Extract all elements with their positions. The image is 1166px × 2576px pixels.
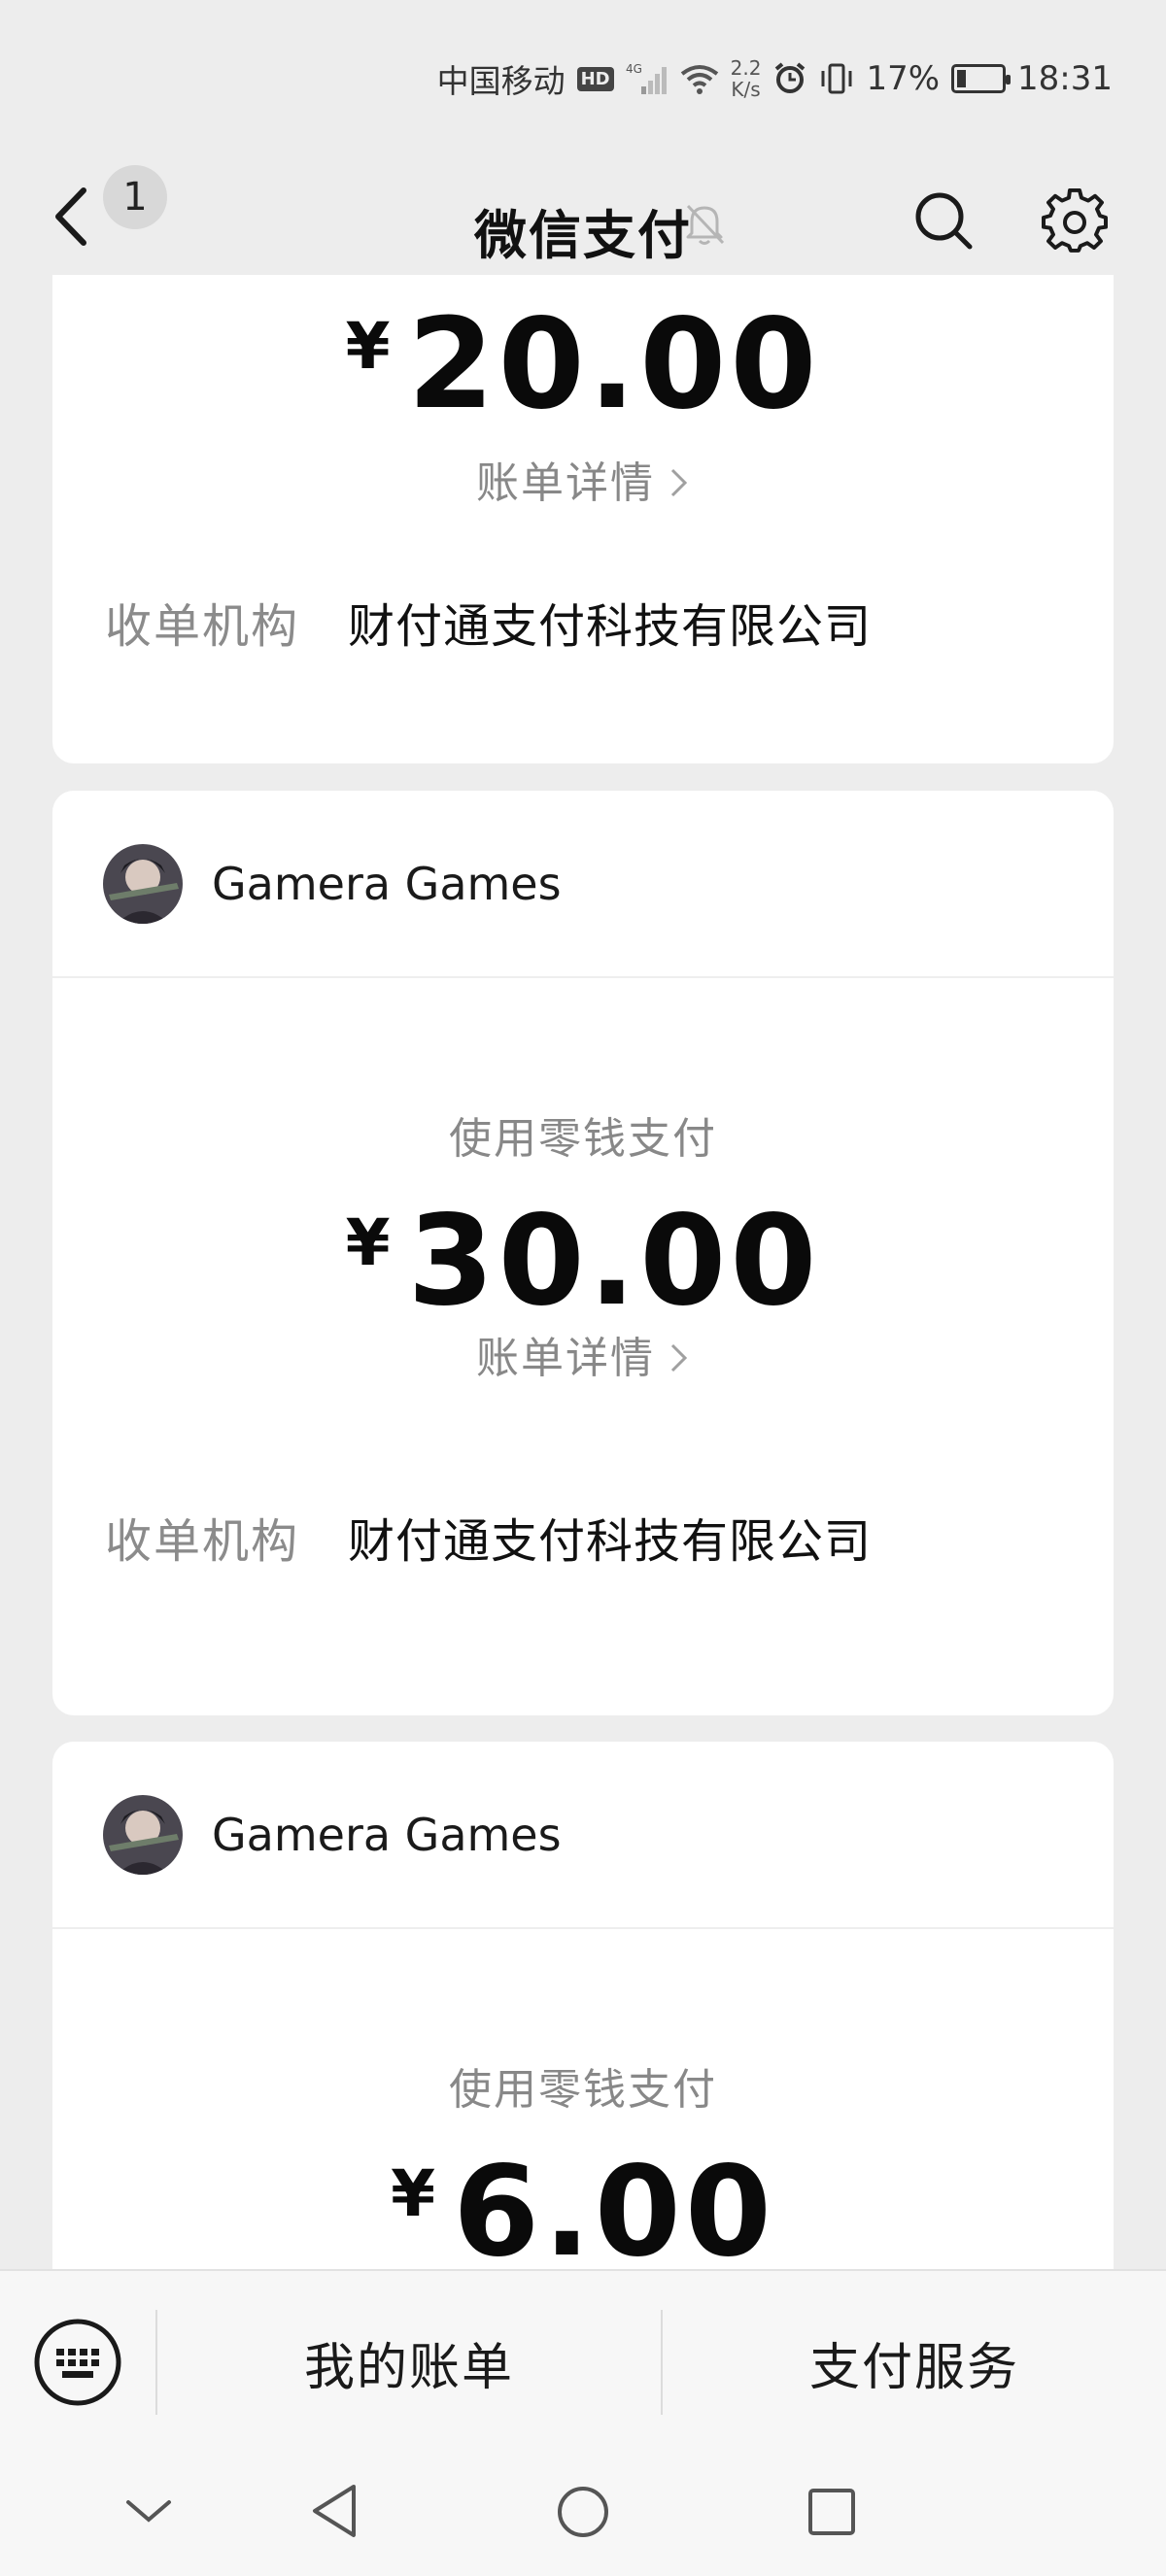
net-speed-unit: K/s [731,78,761,101]
signal-icon: 4G [626,62,667,94]
card-header: Gamera Games [52,1742,1114,1929]
merchant-name: Gamera Games [212,1808,562,1861]
wifi-icon [680,65,718,94]
battery-icon [951,64,1012,93]
battery-percent: 17% [866,59,941,98]
payment-amount: ¥20.00 [52,292,1114,437]
payment-card[interactable]: Gamera Games 使用零钱支付 ¥6.00 [52,1742,1114,2269]
payment-card[interactable]: Gamera Games 使用零钱支付 ¥30.00 账单详情 收单机构 财付通… [52,791,1114,1715]
system-navigation-bar [0,2454,1166,2576]
pay-services-menu[interactable]: 支付服务 [663,2271,1166,2454]
net-speed-value: 2.2 [730,56,762,80]
vibrate-icon [821,63,852,94]
amount-value: 6.00 [453,2140,775,2269]
amount-value: 20.00 [407,292,821,437]
acquirer-label: 收单机构 [105,1514,300,1569]
chevron-right-icon [670,1343,688,1373]
acquirer-value: 财付通支付科技有限公司 [348,1514,873,1569]
currency-symbol: ¥ [391,2156,436,2231]
back-triangle-icon[interactable] [309,2483,360,2539]
payment-method: 使用零钱支付 [449,1114,717,1164]
merchant-avatar [103,843,183,924]
carrier-name: 中国移动 [436,62,566,100]
acquirer-row: 收单机构 财付通支付科技有限公司 [105,588,1075,656]
chevron-right-icon [670,468,688,497]
alarm-icon [775,62,806,93]
page-title: 微信支付 [474,205,692,266]
acquirer-row: 收单机构 财付通支付科技有限公司 [105,1503,1075,1571]
my-bills-menu[interactable]: 我的账单 [157,2271,661,2454]
payment-card: ¥20.00 账单详情 收单机构 财付通支付科技有限公司 [52,275,1114,763]
status-right: 中国移动 HD 4G 2.2 K/s 17% 18:31 [437,54,1113,103]
recents-square-icon[interactable] [806,2487,857,2537]
keyboard-icon[interactable] [33,2318,122,2407]
message-list[interactable]: ¥20.00 账单详情 收单机构 财付通支付科技有限公司 Gamera Game… [0,275,1166,2269]
bell-muted-icon [686,204,725,245]
status-bar: 中国移动 HD 4G 2.2 K/s 17% 18:31 [0,0,1166,155]
svg-text:4G: 4G [626,62,642,76]
amount-value: 30.00 [407,1189,821,1334]
bill-detail-link[interactable]: 账单详情 [52,448,1114,510]
acquirer-value: 财付通支付科技有限公司 [348,599,873,654]
payment-amount: ¥30.00 [52,1189,1114,1334]
bottom-menu-bar: 我的账单 支付服务 [0,2269,1166,2454]
bill-detail-link[interactable]: 账单详情 [52,1323,1114,1385]
net-speed: 2.2 K/s [731,57,762,100]
home-circle-icon[interactable] [556,2485,610,2539]
hd-badge: HD [576,66,614,91]
clock: 18:31 [1017,59,1113,98]
payment-method: 使用零钱支付 [449,2065,717,2115]
bill-detail-label: 账单详情 [476,458,655,508]
gear-icon[interactable] [1042,188,1108,254]
currency-symbol: ¥ [345,309,391,384]
navigation-bar: 1 微信支付 [0,155,1166,275]
currency-symbol: ¥ [345,1205,391,1280]
bill-detail-label: 账单详情 [476,1334,655,1383]
merchant-name: Gamera Games [212,857,562,910]
chevron-down-icon[interactable] [124,2496,173,2525]
payment-amount: ¥6.00 [52,2140,1114,2269]
merchant-avatar [103,1794,183,1875]
acquirer-label: 收单机构 [105,599,300,654]
search-icon[interactable] [913,190,974,251]
card-header: Gamera Games [52,791,1114,978]
